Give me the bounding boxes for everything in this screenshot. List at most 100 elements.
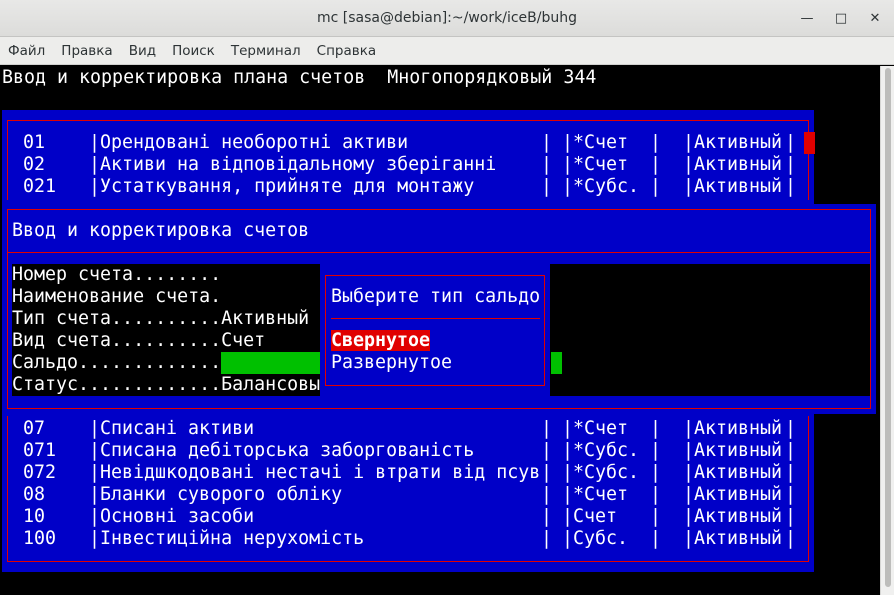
account-code: 02 xyxy=(23,154,46,175)
account-kind: *Субс. xyxy=(573,176,640,197)
menu-file[interactable]: Файл xyxy=(0,43,53,59)
field-value[interactable]: Балансовы xyxy=(221,374,320,395)
menubar: Файл Правка Вид Поиск Терминал Справка xyxy=(0,37,894,65)
column-separator: | xyxy=(683,528,695,549)
field-account-kind[interactable]: Вид счета..........Счет xyxy=(12,330,265,352)
account-type: Активный xyxy=(694,176,783,197)
field-status[interactable]: Статус.............Балансовы xyxy=(12,374,320,396)
scrollbar-thumb[interactable] xyxy=(885,68,891,587)
column-separator: | xyxy=(562,506,574,527)
field-account-type[interactable]: Тип счета..........Активный xyxy=(12,308,309,330)
column-separator: | xyxy=(785,154,797,175)
field-label: Тип счета.......... xyxy=(12,308,222,329)
column-separator: | xyxy=(683,176,695,197)
account-type: Активный xyxy=(694,132,783,153)
column-separator: | xyxy=(562,440,574,461)
account-code: 08 xyxy=(23,484,46,505)
menu-help[interactable]: Справка xyxy=(309,43,384,59)
column-separator: | xyxy=(562,528,574,549)
account-type: Активный xyxy=(694,440,783,461)
column-separator: | xyxy=(562,484,574,505)
saldo-menu-divider xyxy=(331,318,540,319)
saldo-menu-title: Выберите тип сальдо xyxy=(331,286,541,307)
close-icon[interactable]: ✕ xyxy=(866,10,884,28)
account-name: Активи на відповідальному зберіганні xyxy=(100,154,497,175)
account-type: Активный xyxy=(694,484,783,505)
column-separator: | xyxy=(683,484,695,505)
terminal-scrollbar[interactable] xyxy=(880,66,894,595)
fields-panel-right xyxy=(550,264,870,396)
column-separator: | xyxy=(89,176,101,197)
account-name: Основні засоби xyxy=(100,506,255,527)
column-separator: | xyxy=(541,528,553,549)
field-label: Вид счета.......... xyxy=(12,330,222,351)
column-separator: | xyxy=(683,154,695,175)
menu-search[interactable]: Поиск xyxy=(164,43,223,59)
column-separator: | xyxy=(650,440,662,461)
column-separator: | xyxy=(89,484,101,505)
terminal[interactable]: Ввод и корректировка плана счетов Многоп… xyxy=(0,66,880,595)
account-name: Списані активи xyxy=(100,418,255,439)
column-separator: | xyxy=(562,154,574,175)
menu-edit[interactable]: Правка xyxy=(53,43,120,59)
column-separator: | xyxy=(785,484,797,505)
account-name: Орендовані необоротні активи xyxy=(100,132,409,153)
saldo-input-cursor-right xyxy=(551,352,562,374)
column-separator: | xyxy=(650,176,662,197)
account-code: 100 xyxy=(23,528,57,549)
column-separator: | xyxy=(683,418,695,439)
saldo-option-expanded[interactable]: Развернутое xyxy=(331,352,452,374)
account-name: Списана дебіторська заборгованість xyxy=(100,440,475,461)
column-separator: | xyxy=(89,528,101,549)
saldo-input-cursor[interactable] xyxy=(221,352,320,374)
menu-terminal[interactable]: Терминал xyxy=(223,43,309,59)
column-separator: | xyxy=(683,440,695,461)
column-separator: | xyxy=(650,506,662,527)
saldo-option-label[interactable]: Свернутое xyxy=(331,330,431,351)
account-type: Активный xyxy=(694,528,783,549)
menu-view[interactable]: Вид xyxy=(121,43,164,59)
field-account-number[interactable]: Номер счета........ xyxy=(12,264,221,286)
column-separator: | xyxy=(562,176,574,197)
account-kind: *Счет xyxy=(573,132,629,153)
field-label: Наименование счета. xyxy=(12,286,222,307)
column-separator: | xyxy=(541,484,553,505)
column-separator: | xyxy=(89,154,101,175)
account-kind: Счет xyxy=(573,506,618,527)
field-value[interactable]: Счет xyxy=(221,330,265,351)
account-kind: *Счет xyxy=(573,154,629,175)
column-separator: | xyxy=(89,418,101,439)
account-name: Бланки суворого обліку xyxy=(100,484,343,505)
account-name: Інвестиційна нерухомість xyxy=(100,528,365,549)
column-separator: | xyxy=(785,506,797,527)
account-type: Активный xyxy=(694,418,783,439)
field-value[interactable]: Активный xyxy=(221,308,309,329)
minimize-icon[interactable]: — xyxy=(798,10,816,28)
column-separator: | xyxy=(541,506,553,527)
account-kind: *Счет xyxy=(573,418,629,439)
field-account-name[interactable]: Наименование счета. xyxy=(12,286,221,308)
saldo-option-collapsed[interactable]: Свернутое xyxy=(331,330,431,352)
window-titlebar: mc [sasa@debian]:~/work/iceB/buhg — □ ✕ xyxy=(0,0,894,37)
column-separator: | xyxy=(541,418,553,439)
column-separator: | xyxy=(650,484,662,505)
account-type: Активный xyxy=(694,506,783,527)
account-kind: *Субс. xyxy=(573,440,640,461)
column-separator: | xyxy=(650,418,662,439)
column-separator: | xyxy=(541,462,553,483)
list-scroll-marker xyxy=(804,132,815,154)
account-code: 07 xyxy=(23,418,46,439)
edit-dialog-title: Ввод и корректировка счетов xyxy=(12,220,310,241)
column-separator: | xyxy=(785,528,797,549)
account-code: 10 xyxy=(23,506,46,527)
field-saldo[interactable]: Сальдо............. xyxy=(12,352,221,374)
column-separator: | xyxy=(650,528,662,549)
account-kind: *Счет xyxy=(573,484,629,505)
window-title: mc [sasa@debian]:~/work/iceB/buhg xyxy=(317,10,577,26)
column-separator: | xyxy=(683,506,695,527)
maximize-icon[interactable]: □ xyxy=(832,10,850,28)
column-separator: | xyxy=(89,132,101,153)
column-separator: | xyxy=(89,462,101,483)
account-code: 071 xyxy=(23,440,57,461)
column-separator: | xyxy=(785,132,797,153)
